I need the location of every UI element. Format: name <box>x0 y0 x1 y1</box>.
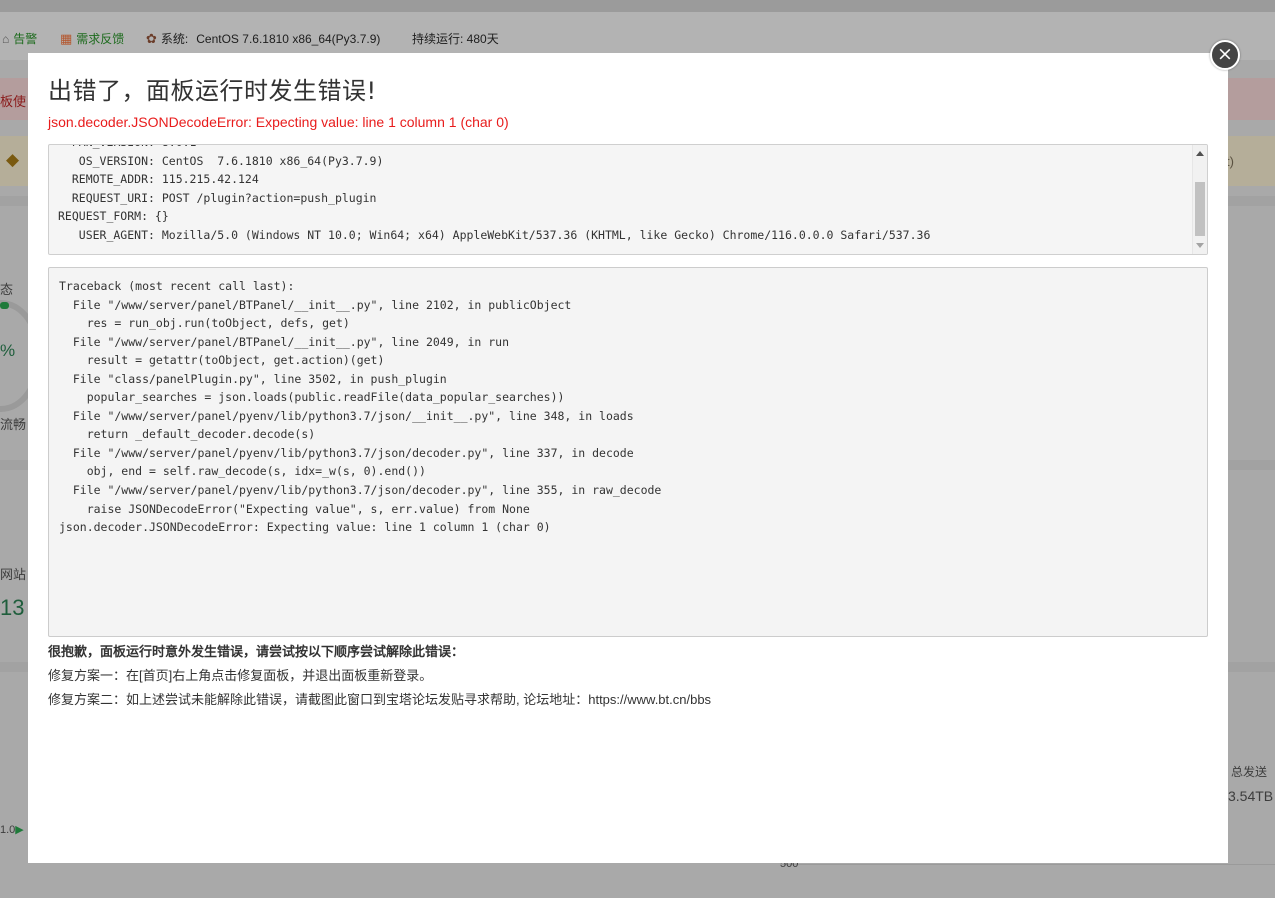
traceback-line: res = run_obj.run(toObject, defs, get) <box>59 316 350 331</box>
scroll-up-icon[interactable] <box>1196 151 1204 156</box>
fix-option-one: 修复方案一：在[首页]右上角点击修复面板，并退出面板重新登录。 <box>48 668 433 683</box>
error-message: json.decoder.JSONDecodeError: Expecting … <box>48 114 509 130</box>
sites-label: 网站 <box>0 567 27 582</box>
traceback-line: File "/www/server/panel/BTPanel/__init__… <box>59 334 510 349</box>
environment-info-text: PAN_VERSION: 8.0.1 OS_VERSION: CentOS 7.… <box>49 145 931 245</box>
dialog-title: 出错了，面板运行时发生错误! <box>48 77 377 105</box>
env-line: OS_VERSION: CentOS 7.6.1810 x86_64(Py3.7… <box>58 153 384 168</box>
traceback-line: result = getattr(toObject, get.action)(g… <box>59 353 385 368</box>
env-line: REQUEST_FORM: {} <box>58 209 169 224</box>
close-icon[interactable]: × <box>1210 40 1240 70</box>
gauge-status: 流畅 <box>0 417 27 432</box>
play-icon: ▶ <box>15 824 24 836</box>
traceback-line: File "/www/server/panel/pyenv/lib/python… <box>59 408 634 423</box>
diamond-icon: ◆ <box>6 150 20 169</box>
alert-icon: ⌂ <box>2 31 10 46</box>
traceback-line: obj, end = self.raw_decode(s, idx=_w(s, … <box>59 464 426 479</box>
feedback-label: 需求反馈 <box>76 32 125 46</box>
chart-gridline <box>780 864 1275 865</box>
help-heading: 很抱歉，面板运行时意外发生错误，请尝试按以下顺序尝试解除此错误： <box>48 644 465 659</box>
traceback-line: File "/www/server/panel/BTPanel/__init__… <box>59 297 572 312</box>
fix-option-two: 修复方案二：如上述尝试未能解除此错误，请截图此窗口到宝塔论坛发贴寻求帮助, 论坛… <box>48 692 712 707</box>
traceback-line: return _default_decoder.decode(s) <box>59 427 316 442</box>
uptime-label: 持续运行: 480天 <box>412 32 499 46</box>
system-value: CentOS 7.6.1810 x86_64(Py3.7.9) <box>196 31 381 46</box>
traceback-line: File "class/panelPlugin.py", line 3502, … <box>59 371 447 386</box>
scroll-down-icon[interactable] <box>1196 243 1204 248</box>
scrollbar[interactable] <box>1192 145 1207 254</box>
traceback-line: json.decoder.JSONDecodeError: Expecting … <box>59 520 551 535</box>
system-label: 系统: <box>160 32 189 46</box>
env-line: REQUEST_URI: POST /plugin?action=push_pl… <box>58 190 377 205</box>
traceback-line: File "/www/server/panel/pyenv/lib/python… <box>59 483 662 498</box>
system-info: ✿ 系统: CentOS 7.6.1810 x86_64(Py3.7.9) <box>146 30 380 47</box>
gauge-percent: % <box>0 341 16 360</box>
status-label: 态 <box>0 282 14 297</box>
env-line: REMOTE_ADDR: 115.215.42.124 <box>58 172 259 187</box>
traceback-line: raise JSONDecodeError("Expecting value",… <box>59 501 530 516</box>
feedback-icon: ▦ <box>60 30 73 46</box>
uptime: 持续运行: 480天 <box>412 30 499 47</box>
env-line: PAN_VERSION: 8.0.1 <box>58 145 197 149</box>
system-icon: ✿ <box>146 30 157 46</box>
traceback-text: Traceback (most recent call last): File … <box>59 277 661 537</box>
feedback-link[interactable]: ▦ 需求反馈 <box>60 30 124 47</box>
gauge-indicator <box>0 302 9 309</box>
total-send-label: 总发送 <box>1231 765 1268 779</box>
top-bar <box>0 0 1275 12</box>
traceback-line: Traceback (most recent call last): <box>59 279 295 293</box>
version-text: 1.0▶ <box>0 824 24 836</box>
alert-banner-text: 板使 <box>0 94 27 109</box>
traceback-line: File "/www/server/panel/pyenv/lib/python… <box>59 445 634 460</box>
alert-link[interactable]: ⌂ 告警 <box>2 30 37 47</box>
scrollbar-thumb[interactable] <box>1195 182 1205 236</box>
env-line: USER_AGENT: Mozilla/5.0 (Windows NT 10.0… <box>58 227 931 242</box>
total-send-value: 3.54TB <box>1228 788 1274 804</box>
sites-count[interactable]: 13 <box>0 595 24 621</box>
error-dialog: 出错了，面板运行时发生错误! json.decoder.JSONDecodeEr… <box>28 53 1228 863</box>
alert-label: 告警 <box>13 32 38 46</box>
traceback-line: popular_searches = json.loads(public.rea… <box>59 390 565 405</box>
traceback-box[interactable]: Traceback (most recent call last): File … <box>48 267 1208 637</box>
environment-info-box[interactable]: PAN_VERSION: 8.0.1 OS_VERSION: CentOS 7.… <box>48 144 1208 255</box>
